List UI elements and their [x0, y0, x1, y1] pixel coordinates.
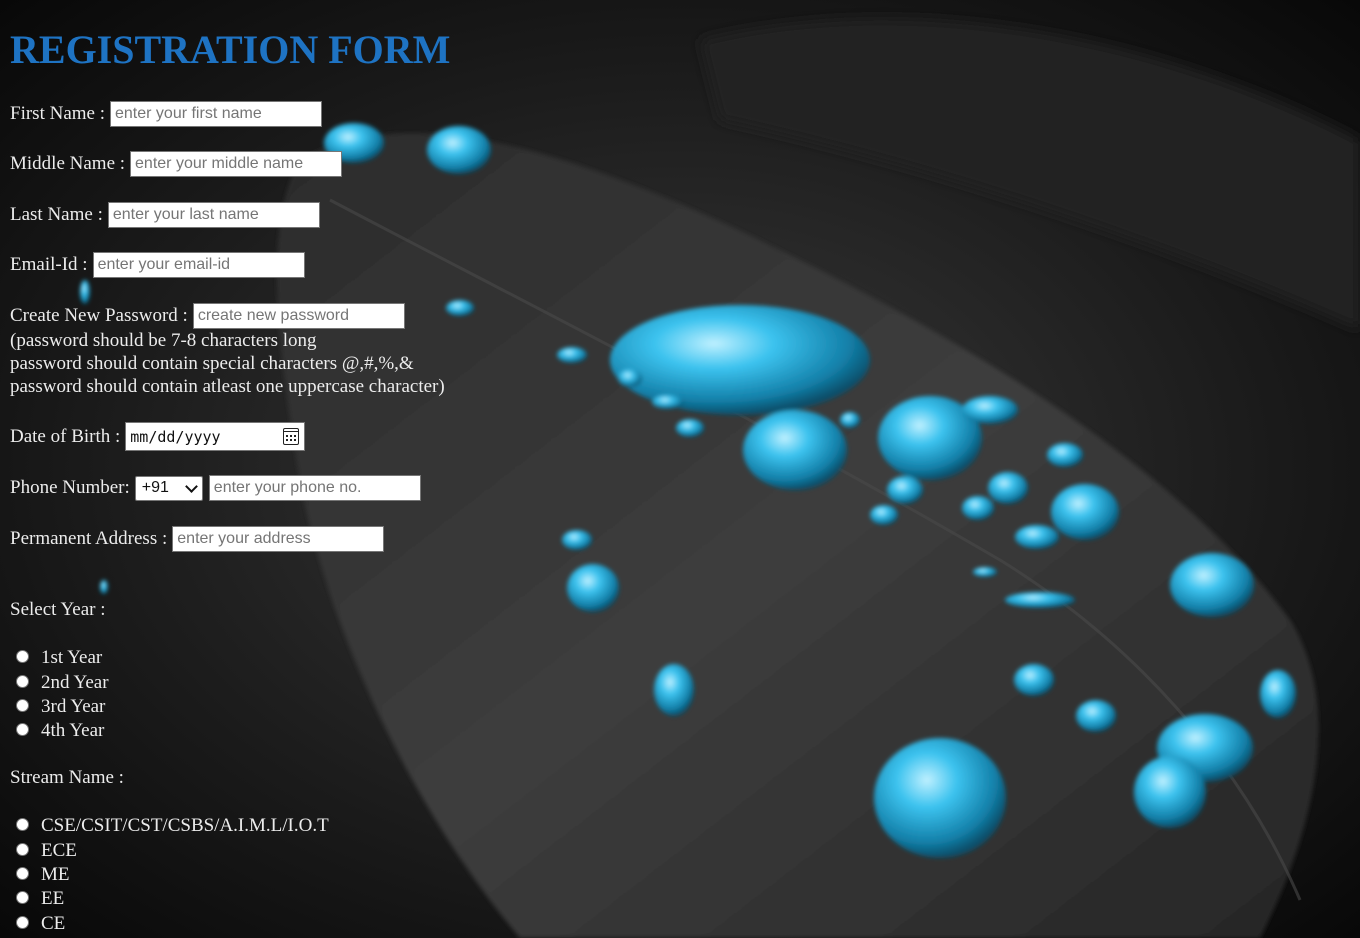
radio-button[interactable] [16, 817, 29, 831]
country-code-value: +91 [141, 479, 169, 496]
last-name-label: Last Name : [10, 204, 103, 225]
year-option-3[interactable]: 3rd Year [16, 695, 105, 719]
phone-row: Phone Number: +91 [10, 475, 421, 501]
stream-option-ce[interactable]: CE [16, 912, 65, 936]
page-title: REGISTRATION FORM [10, 27, 451, 72]
stream-option-label: EE [41, 888, 65, 909]
dob-value: mm/dd/yyyy [130, 427, 221, 446]
first-name-input[interactable] [110, 101, 322, 127]
password-hint-line: password should contain special characte… [10, 353, 414, 374]
stream-option-label: CSE/CSIT/CST/CSBS/A.I.M.L/I.O.T [41, 815, 329, 836]
password-row: Create New Password : [10, 303, 405, 329]
radio-button[interactable] [16, 842, 29, 856]
email-row: Email-Id : [10, 252, 305, 278]
country-code-select[interactable]: +91 [134, 475, 203, 501]
background-image [0, 0, 1360, 938]
year-option-1[interactable]: 1st Year [16, 646, 102, 670]
address-input[interactable] [172, 526, 385, 552]
password-hint-line: password should contain atleast one uppe… [10, 376, 445, 397]
password-hint-line: (password should be 7-8 characters long [10, 330, 317, 351]
radio-button[interactable] [16, 890, 29, 904]
select-year-label: Select Year : [10, 599, 106, 620]
year-option-2[interactable]: 2nd Year [16, 671, 109, 695]
last-name-row: Last Name : [10, 202, 320, 228]
stream-option-label: CE [41, 913, 66, 934]
year-option-label: 3rd Year [41, 696, 106, 717]
password-hint: (password should be 7-8 characters long … [10, 329, 445, 398]
radio-button[interactable] [16, 674, 29, 688]
dob-input[interactable]: mm/dd/yyyy [125, 422, 306, 451]
phone-label: Phone Number: [10, 477, 130, 498]
first-name-label: First Name : [10, 103, 105, 124]
last-name-input[interactable] [107, 202, 320, 228]
email-input[interactable] [92, 252, 305, 278]
radio-button[interactable] [16, 649, 29, 663]
radio-button[interactable] [16, 698, 29, 712]
middle-name-row: Middle Name : [10, 151, 343, 177]
stream-option-ece[interactable]: ECE [16, 839, 77, 863]
address-row: Permanent Address : [10, 526, 385, 552]
stream-option-cse[interactable]: CSE/CSIT/CST/CSBS/A.I.M.L/I.O.T [16, 814, 329, 838]
address-label: Permanent Address : [10, 528, 168, 549]
phone-input[interactable] [208, 475, 421, 501]
email-label: Email-Id : [10, 254, 88, 275]
stream-option-label: ECE [41, 840, 77, 861]
calendar-icon[interactable] [283, 428, 300, 445]
radio-button[interactable] [16, 915, 29, 929]
middle-name-label: Middle Name : [10, 153, 126, 174]
stream-option-label: ME [41, 864, 70, 885]
radio-button[interactable] [16, 866, 29, 880]
password-input[interactable] [192, 303, 405, 329]
chevron-down-icon [184, 479, 198, 493]
dob-label: Date of Birth : [10, 425, 121, 447]
radio-button[interactable] [16, 722, 29, 736]
password-label: Create New Password : [10, 305, 188, 326]
year-option-label: 1st Year [41, 647, 103, 668]
stream-name-label: Stream Name : [10, 767, 124, 788]
dob-row: Date of Birth : mm/dd/yyyy [10, 422, 306, 451]
first-name-row: First Name : [10, 101, 322, 127]
year-option-label: 2nd Year [41, 672, 109, 693]
year-option-label: 4th Year [41, 720, 105, 741]
stream-option-me[interactable]: ME [16, 863, 70, 887]
middle-name-input[interactable] [130, 151, 343, 177]
year-option-4[interactable]: 4th Year [16, 719, 104, 743]
stream-option-ee[interactable]: EE [16, 887, 64, 911]
